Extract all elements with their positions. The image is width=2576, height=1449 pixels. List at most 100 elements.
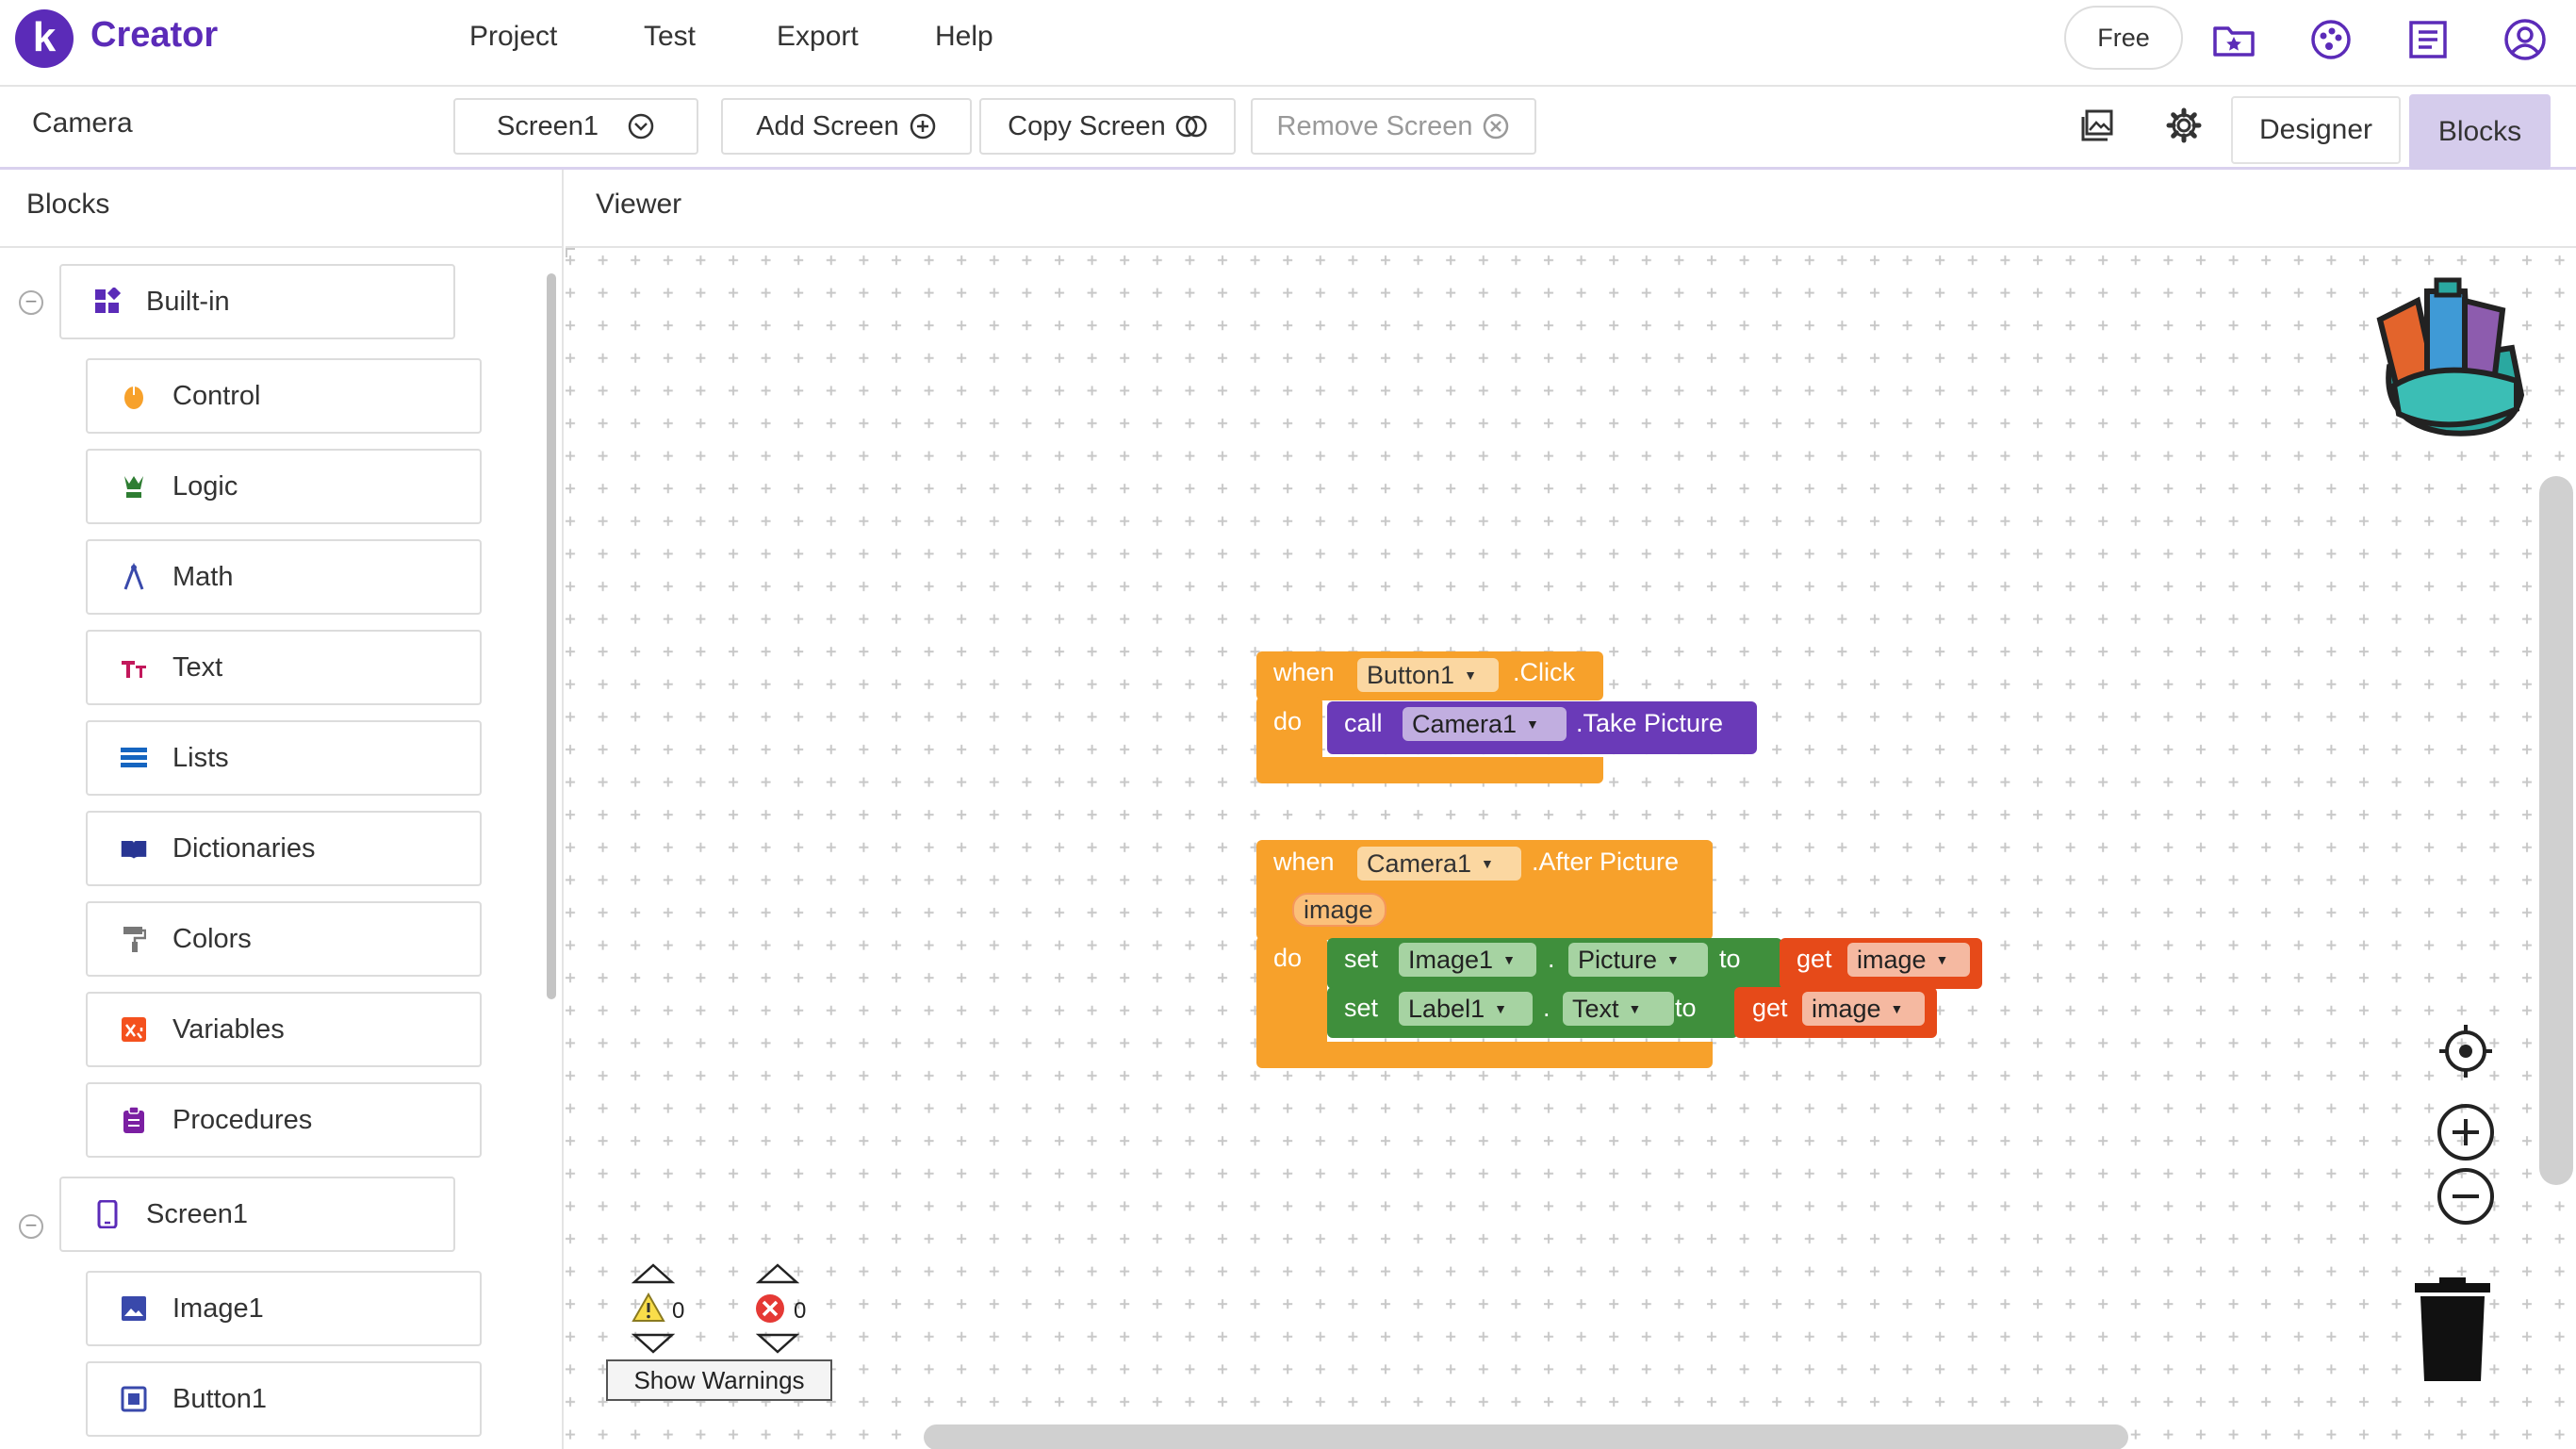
property-dropdown[interactable]: Text ▼ — [1563, 992, 1674, 1026]
tree-image1[interactable]: Image1 — [86, 1271, 482, 1346]
tree-logic-label: Logic — [172, 470, 238, 502]
component-dropdown[interactable]: Camera1 ▼ — [1357, 847, 1521, 881]
dropdown-arrow-icon: ▼ — [1666, 952, 1680, 967]
tree-lists[interactable]: Lists — [86, 720, 482, 796]
error-prev-icon[interactable] — [756, 1262, 799, 1285]
set-label: set — [1344, 945, 1379, 973]
backpack-icon[interactable] — [2371, 272, 2540, 442]
copy-screen-button[interactable]: Copy Screen — [979, 98, 1236, 155]
menu-help[interactable]: Help — [935, 21, 993, 53]
property-dropdown-value: Text — [1572, 994, 1619, 1023]
dropdown-arrow-icon: ▼ — [1526, 716, 1539, 732]
remove-screen-button[interactable]: Remove Screen — [1251, 98, 1536, 155]
divider — [0, 246, 564, 248]
tree-builtin-label: Built-in — [146, 286, 230, 317]
math-icon — [120, 563, 148, 591]
tree-procedures[interactable]: Procedures — [86, 1082, 482, 1158]
component-dropdown-value: Label1 — [1408, 994, 1485, 1023]
account-icon[interactable] — [2502, 17, 2548, 62]
component-dropdown[interactable]: Image1 ▼ — [1399, 943, 1536, 977]
warning-count: 0 — [672, 1298, 685, 1324]
component-dropdown[interactable]: Button1 ▼ — [1357, 658, 1499, 692]
tree-screen1[interactable]: Screen1 — [59, 1177, 455, 1252]
show-warnings-button[interactable]: Show Warnings — [606, 1359, 832, 1401]
tree-builtin[interactable]: Built-in — [59, 264, 455, 339]
menu-export[interactable]: Export — [777, 21, 859, 53]
screen-select[interactable]: Screen1 — [453, 98, 698, 155]
add-screen-button[interactable]: Add Screen — [721, 98, 972, 155]
menu-project[interactable]: Project — [469, 21, 557, 53]
guide-icon[interactable] — [2405, 17, 2451, 62]
phone-icon — [93, 1200, 122, 1228]
tree-math-label: Math — [172, 561, 234, 592]
recenter-icon[interactable] — [2436, 1021, 2496, 1081]
collapse-screen1-icon[interactable]: − — [19, 1214, 43, 1239]
warning-next-icon[interactable] — [632, 1332, 675, 1355]
zoom-out-icon[interactable] — [2436, 1166, 2496, 1227]
copy-icon — [1175, 115, 1207, 138]
gear-icon[interactable] — [2166, 107, 2202, 143]
tree-button1-label: Button1 — [172, 1383, 267, 1414]
left-scrollbar[interactable] — [547, 273, 556, 999]
component-dropdown-value: Camera1 — [1367, 848, 1472, 878]
designer-button[interactable]: Designer — [2231, 96, 2401, 164]
paint-roller-icon — [120, 925, 148, 953]
zoom-in-icon[interactable] — [2436, 1102, 2496, 1162]
variable-dropdown[interactable]: image ▼ — [1847, 943, 1970, 977]
tree-text[interactable]: Text — [86, 630, 482, 705]
logic-icon — [120, 472, 148, 501]
collapse-builtin-icon[interactable]: − — [19, 290, 43, 315]
camera-dropdown[interactable]: Camera1 ▼ — [1403, 707, 1567, 741]
dot-label: . — [1548, 945, 1555, 973]
trash-icon[interactable] — [2411, 1276, 2494, 1383]
tree-lists-label: Lists — [172, 742, 229, 773]
project-name: Camera — [32, 107, 133, 139]
tree-button1[interactable]: Button1 — [86, 1361, 482, 1437]
variable-dropdown[interactable]: image ▼ — [1802, 992, 1925, 1026]
remove-circle-icon — [1484, 113, 1509, 140]
gallery-icon[interactable] — [2308, 17, 2354, 62]
horizontal-scrollbar[interactable] — [924, 1424, 2128, 1449]
my-projects-icon[interactable] — [2211, 17, 2256, 62]
to-label: to — [1675, 994, 1697, 1022]
error-count: 0 — [794, 1298, 807, 1324]
app-logo[interactable]: k — [15, 9, 74, 68]
brand-name[interactable]: Creator — [90, 15, 218, 56]
copy-screen-label: Copy Screen — [1008, 110, 1166, 141]
when-label: when — [1273, 848, 1335, 876]
camera-dropdown-value: Camera1 — [1412, 709, 1518, 738]
error-next-icon[interactable] — [756, 1332, 799, 1355]
param-image-label: image — [1304, 895, 1373, 924]
do-label: do — [1273, 707, 1303, 735]
dropdown-arrow-icon: ▼ — [1494, 1001, 1507, 1016]
tree-dictionaries[interactable]: Dictionaries — [86, 811, 482, 886]
vertical-scrollbar[interactable] — [2539, 476, 2573, 1185]
dropdown-arrow-icon: ▼ — [1502, 952, 1516, 967]
tree-math[interactable]: Math — [86, 539, 482, 615]
tree-control-label: Control — [172, 380, 261, 411]
tree-logic[interactable]: Logic — [86, 449, 482, 524]
error-icon — [756, 1294, 784, 1323]
tree-variables[interactable]: Variables — [86, 992, 482, 1067]
component-dropdown[interactable]: Label1 ▼ — [1399, 992, 1533, 1026]
tree-control[interactable]: Control — [86, 358, 482, 434]
top-navbar: k Creator Project Test Export Help Free — [0, 0, 2576, 87]
tree-colors[interactable]: Colors — [86, 901, 482, 977]
media-icon[interactable] — [2079, 107, 2115, 143]
tree-variables-label: Variables — [172, 1013, 285, 1045]
plan-button[interactable]: Free — [2064, 6, 2183, 70]
dropdown-arrow-icon: ▼ — [1890, 1001, 1904, 1016]
param-image[interactable]: image — [1292, 893, 1386, 927]
builtin-icon — [93, 288, 122, 316]
warning-prev-icon[interactable] — [632, 1262, 675, 1285]
image-icon — [120, 1294, 148, 1323]
menu-test[interactable]: Test — [644, 21, 696, 53]
tree-screen1-label: Screen1 — [146, 1198, 249, 1229]
chevron-down-icon — [628, 113, 654, 140]
property-dropdown[interactable]: Picture ▼ — [1568, 943, 1708, 977]
screen-select-label: Screen1 — [496, 110, 599, 141]
blocks-workspace[interactable]: when Button1 ▼ .Click do call Camera1 ▼ .T… — [566, 248, 2576, 1449]
blocks-panel-title: Blocks — [26, 189, 110, 220]
dot-label: . — [1543, 994, 1551, 1022]
blocks-button[interactable]: Blocks — [2409, 94, 2551, 170]
